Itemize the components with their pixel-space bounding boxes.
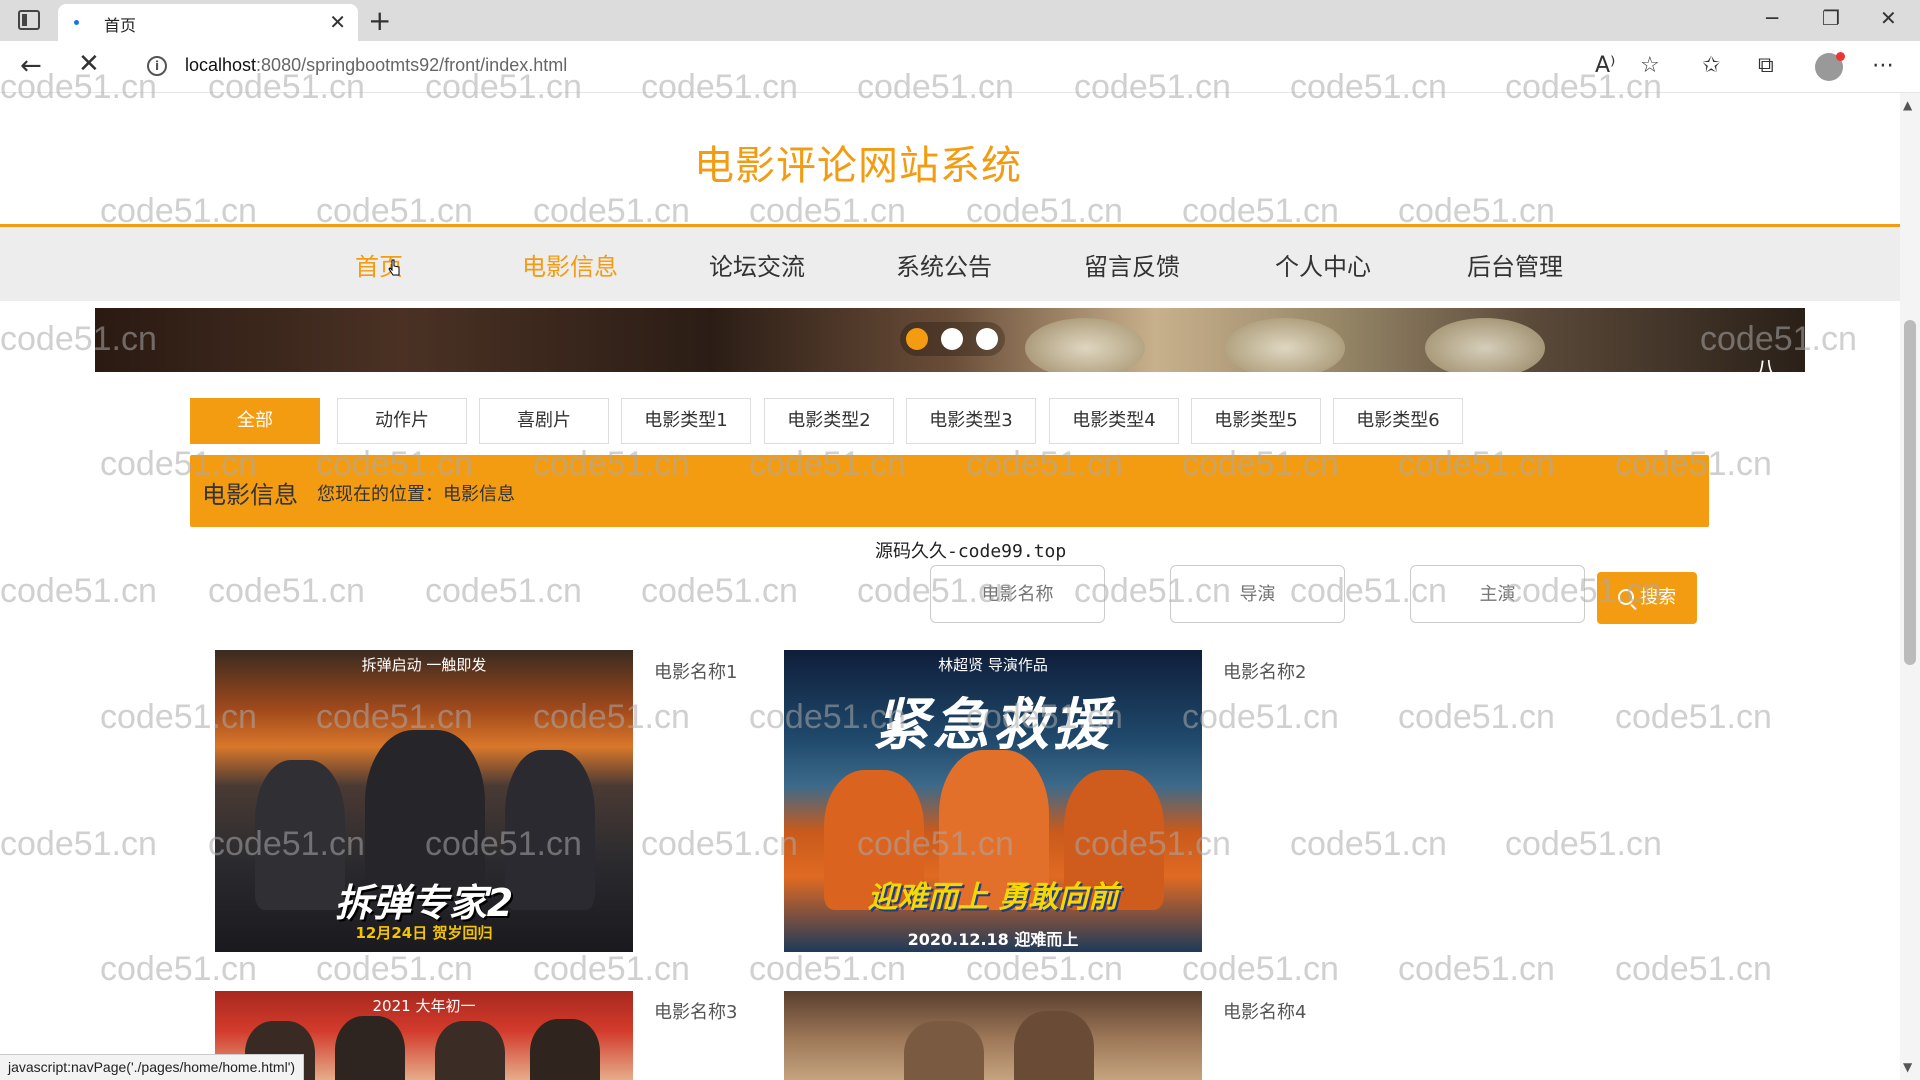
nav-item-admin[interactable]: 后台管理 <box>1467 247 1563 282</box>
search-button-label: 搜索 <box>1640 587 1676 608</box>
loading-icon <box>74 20 79 25</box>
banner-food-image <box>1425 318 1545 372</box>
section-title: 电影信息 <box>202 481 298 509</box>
stop-loading-icon[interactable]: ✕ <box>78 49 100 79</box>
movie-name[interactable]: 电影名称3 <box>654 998 737 1024</box>
scroll-down-icon[interactable]: ▼ <box>1903 1060 1912 1074</box>
read-aloud-icon[interactable]: A⁾ <box>1595 53 1615 78</box>
category-type4-button[interactable]: 电影类型4 <box>1049 398 1179 444</box>
poster-figure <box>904 1021 984 1080</box>
poster-figure <box>530 1019 600 1080</box>
restore-icon[interactable]: ❐ <box>1822 6 1840 30</box>
scroll-up-icon[interactable]: ▲ <box>1903 98 1912 112</box>
close-tab-icon[interactable]: ✕ <box>329 10 346 34</box>
scrollbar-thumb[interactable] <box>1904 320 1916 665</box>
source-credit-text: 源码久久-code99.top <box>875 541 1067 562</box>
movie-name[interactable]: 电影名称1 <box>654 658 737 684</box>
poster-title: 拆弹专家2 <box>334 881 514 925</box>
movie-name-input[interactable] <box>930 565 1105 623</box>
browser-address-bar: ← ✕ i localhost:8080/springbootmts92/fro… <box>0 41 1920 93</box>
minimize-icon[interactable]: ─ <box>1766 6 1778 30</box>
back-arrow-icon[interactable]: ← <box>20 51 42 81</box>
poster-figure <box>335 1016 405 1080</box>
url-path: :8080/springbootmts92/front/index.html <box>256 55 568 75</box>
banner-caption: 八 平 来? <box>1755 358 1778 372</box>
pointer-cursor-icon <box>388 259 400 276</box>
movie-name[interactable]: 电影名称4 <box>1223 998 1306 1024</box>
nav-item-forum[interactable]: 论坛交流 <box>709 247 805 282</box>
site-title: 电影评论网站系统 <box>694 143 1022 189</box>
link-status-bar: javascript:navPage('./pages/home/home.ht… <box>0 1054 305 1080</box>
close-window-icon[interactable]: ✕ <box>1880 6 1897 30</box>
actor-input[interactable] <box>1410 565 1585 623</box>
category-all-button[interactable]: 全部 <box>190 398 320 444</box>
page-content: 电影评论网站系统 首页 电影信息 论坛交流 系统公告 留言反馈 个人中心 后台管… <box>0 93 1900 1080</box>
poster-subtitle: 迎难而上 勇敢向前 <box>867 880 1119 915</box>
category-type1-button[interactable]: 电影类型1 <box>621 398 751 444</box>
poster-tagline: 2021 大年初一 <box>372 997 476 1015</box>
poster-title: 紧急救援 <box>873 693 1113 758</box>
site-info-icon[interactable]: i <box>147 56 167 76</box>
nav-item-feedback[interactable]: 留言反馈 <box>1084 247 1180 282</box>
carousel-dot[interactable] <box>906 328 928 350</box>
notification-dot-icon <box>1836 52 1845 61</box>
nav-item-announcements[interactable]: 系统公告 <box>896 247 992 282</box>
collections-icon[interactable]: ⧉ <box>1758 53 1774 78</box>
category-comedy-button[interactable]: 喜剧片 <box>479 398 609 444</box>
poster-tagline: 林超贤 导演作品 <box>938 656 1048 674</box>
breadcrumb: 您现在的位置：电影信息 <box>317 484 515 505</box>
carousel-dot[interactable] <box>941 328 963 350</box>
carousel-indicators <box>900 322 1005 356</box>
favorites-icon[interactable]: ✩ <box>1702 53 1720 78</box>
url-field[interactable]: localhost:8080/springbootmts92/front/ind… <box>185 55 567 76</box>
movie-poster[interactable]: 拆弹启动 一触即发 拆弹专家2 12月24日 贺岁回归 <box>215 650 633 952</box>
category-action-button[interactable]: 动作片 <box>337 398 467 444</box>
banner-food-image <box>1225 318 1345 372</box>
tab-title: 首页 <box>104 16 137 35</box>
poster-figure <box>435 1021 505 1080</box>
section-header: 电影信息 您现在的位置：电影信息 <box>190 455 1709 527</box>
poster-date: 12月24日 贺岁回归 <box>355 924 493 942</box>
movie-name[interactable]: 电影名称2 <box>1223 658 1306 684</box>
nav-item-profile[interactable]: 个人中心 <box>1275 247 1371 282</box>
carousel-dot[interactable] <box>976 328 998 350</box>
movie-poster[interactable] <box>784 991 1202 1080</box>
nav-item-movies[interactable]: 电影信息 <box>522 247 618 282</box>
browser-tab-bar: 首页 ✕ + ─ ❐ ✕ <box>0 0 1920 41</box>
main-nav: 首页 电影信息 论坛交流 系统公告 留言反馈 个人中心 后台管理 <box>0 227 1900 301</box>
browser-tab[interactable]: 首页 ✕ <box>58 4 358 41</box>
more-options-icon[interactable]: ⋯ <box>1872 53 1894 78</box>
search-icon <box>1618 589 1634 605</box>
category-type3-button[interactable]: 电影类型3 <box>906 398 1036 444</box>
add-favorite-icon[interactable]: ☆ <box>1640 53 1660 78</box>
category-type2-button[interactable]: 电影类型2 <box>764 398 894 444</box>
banner-food-image <box>1025 318 1145 372</box>
search-button[interactable]: 搜索 <box>1597 572 1697 624</box>
poster-tagline: 拆弹启动 一触即发 <box>361 656 487 674</box>
tab-actions-icon[interactable] <box>18 10 40 30</box>
category-type5-button[interactable]: 电影类型5 <box>1191 398 1321 444</box>
category-type6-button[interactable]: 电影类型6 <box>1333 398 1463 444</box>
director-input[interactable] <box>1170 565 1345 623</box>
url-host: localhost <box>185 55 257 75</box>
new-tab-icon[interactable]: + <box>368 4 391 37</box>
poster-figure <box>1014 1011 1094 1080</box>
movie-poster[interactable]: 林超贤 导演作品 紧急救援 迎难而上 勇敢向前 2020.12.18 迎难而上 <box>784 650 1202 952</box>
poster-date: 2020.12.18 迎难而上 <box>907 930 1079 949</box>
